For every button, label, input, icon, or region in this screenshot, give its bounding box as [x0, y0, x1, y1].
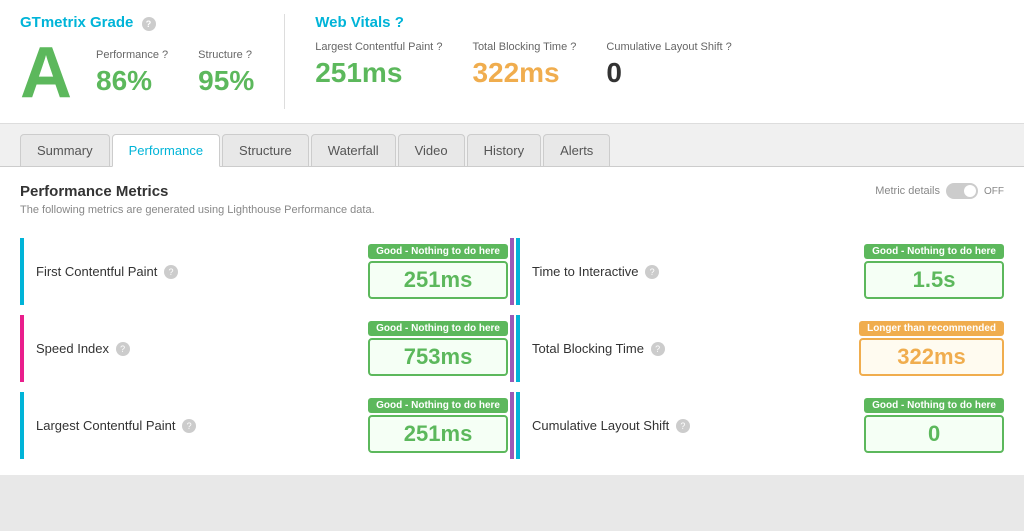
vital-lcp-value: 251ms	[315, 57, 442, 89]
fcp-value-box: 251ms	[368, 261, 508, 299]
web-vitals-title: Web Vitals ?	[315, 14, 1004, 31]
gtmetrix-info: GTmetrix Grade ? A Performance ? 86%	[20, 14, 254, 109]
metric-fcp-result: Good - Nothing to do here 251ms	[368, 244, 508, 299]
grade-letter: A	[20, 37, 72, 109]
tab-performance[interactable]: Performance	[112, 134, 220, 167]
section-subtitle: The following metrics are generated usin…	[20, 204, 1004, 216]
vital-cls-value: 0	[606, 57, 731, 89]
structure-value: 95%	[198, 65, 254, 97]
divider-2	[508, 315, 516, 382]
vital-tbt-value: 322ms	[472, 57, 576, 89]
performance-metric: Performance ? 86%	[96, 49, 168, 97]
lcp-value-box: 251ms	[368, 415, 508, 453]
si-value-box: 753ms	[368, 338, 508, 376]
metric-fcp: First Contentful Paint ? Good - Nothing …	[20, 238, 508, 305]
lcp-badge: Good - Nothing to do here	[368, 398, 508, 413]
tti-badge: Good - Nothing to do here	[864, 244, 1004, 259]
metric-tbt: Total Blocking Time ? Longer than recomm…	[516, 315, 1004, 382]
vital-cls: Cumulative Layout Shift ? 0	[606, 41, 731, 89]
metric-tti-name: Time to Interactive ?	[532, 264, 864, 280]
metrics-grid: First Contentful Paint ? Good - Nothing …	[20, 238, 1004, 459]
vital-tbt: Total Blocking Time ? 322ms	[472, 41, 576, 89]
metric-lcp-result: Good - Nothing to do here 251ms	[368, 398, 508, 453]
metric-si: Speed Index ? Good - Nothing to do here …	[20, 315, 508, 382]
tab-history[interactable]: History	[467, 134, 541, 166]
tti-help-icon[interactable]: ?	[645, 265, 659, 279]
gtmetrix-help-icon[interactable]: ?	[142, 17, 156, 31]
section-title: Performance Metrics	[20, 183, 1004, 200]
performance-label: Performance ?	[96, 49, 168, 61]
tbt-help-icon[interactable]: ?	[570, 41, 576, 53]
tti-value-box: 1.5s	[864, 261, 1004, 299]
metric-details-toggle[interactable]: Metric details OFF	[875, 183, 1004, 199]
tab-summary[interactable]: Summary	[20, 134, 110, 166]
tab-structure[interactable]: Structure	[222, 134, 309, 166]
metric-tbt-result: Longer than recommended 322ms	[859, 321, 1004, 376]
divider-3	[508, 392, 516, 459]
cls-value-box: 0	[864, 415, 1004, 453]
metric-cls-result: Good - Nothing to do here 0	[864, 398, 1004, 453]
tbt-value-box: 322ms	[859, 338, 1004, 376]
main-content: Metric details OFF Performance Metrics T…	[0, 167, 1024, 475]
tbt-value: 322ms	[873, 344, 990, 370]
vital-lcp: Largest Contentful Paint ? 251ms	[315, 41, 442, 89]
metric-fcp-name: First Contentful Paint ?	[36, 264, 368, 280]
metric-tti-result: Good - Nothing to do here 1.5s	[864, 244, 1004, 299]
structure-help-icon[interactable]: ?	[246, 49, 252, 61]
toggle-switch[interactable]	[946, 183, 978, 199]
cls-metric-help-icon[interactable]: ?	[676, 419, 690, 433]
cls-badge: Good - Nothing to do here	[864, 398, 1004, 413]
structure-label: Structure ?	[198, 49, 254, 61]
top-bar: GTmetrix Grade ? A Performance ? 86%	[0, 0, 1024, 124]
lcp-value: 251ms	[382, 421, 494, 447]
tab-waterfall[interactable]: Waterfall	[311, 134, 396, 166]
tab-video[interactable]: Video	[398, 134, 465, 166]
si-badge: Good - Nothing to do here	[368, 321, 508, 336]
perf-struct: Performance ? 86% Structure ? 95%	[96, 49, 254, 97]
vitals-metrics: Largest Contentful Paint ? 251ms Total B…	[315, 41, 1004, 89]
fcp-badge: Good - Nothing to do here	[368, 244, 508, 259]
tbt-badge: Longer than recommended	[859, 321, 1004, 336]
si-help-icon[interactable]: ?	[116, 342, 130, 356]
tabs-bar: Summary Performance Structure Waterfall …	[0, 124, 1024, 167]
metric-cls-name: Cumulative Layout Shift ?	[532, 418, 864, 434]
metric-lcp: Largest Contentful Paint ? Good - Nothin…	[20, 392, 508, 459]
vital-lcp-label: Largest Contentful Paint ?	[315, 41, 442, 53]
metric-lcp-name: Largest Contentful Paint ?	[36, 418, 368, 434]
structure-metric: Structure ? 95%	[198, 49, 254, 97]
vital-tbt-label: Total Blocking Time ?	[472, 41, 576, 53]
web-vitals-section: Web Vitals ? Largest Contentful Paint ? …	[285, 14, 1004, 109]
cls-help-icon[interactable]: ?	[726, 41, 732, 53]
metric-si-result: Good - Nothing to do here 753ms	[368, 321, 508, 376]
performance-help-icon[interactable]: ?	[162, 49, 168, 61]
tab-alerts[interactable]: Alerts	[543, 134, 610, 166]
tbt-metric-help-icon[interactable]: ?	[651, 342, 665, 356]
lcp-help-icon[interactable]: ?	[436, 41, 442, 53]
metric-cls: Cumulative Layout Shift ? Good - Nothing…	[516, 392, 1004, 459]
metric-tti: Time to Interactive ? Good - Nothing to …	[516, 238, 1004, 305]
fcp-help-icon[interactable]: ?	[164, 265, 178, 279]
fcp-value: 251ms	[382, 267, 494, 293]
performance-value: 86%	[96, 65, 168, 97]
header-row: Metric details OFF Performance Metrics T…	[20, 183, 1004, 230]
webvitals-help-icon[interactable]: ?	[395, 14, 404, 31]
cls-value: 0	[878, 421, 990, 447]
vital-cls-label: Cumulative Layout Shift ?	[606, 41, 731, 53]
si-value: 753ms	[382, 344, 494, 370]
tti-value: 1.5s	[878, 267, 990, 293]
lcp-metric-help-icon[interactable]: ?	[182, 419, 196, 433]
metric-tbt-name: Total Blocking Time ?	[532, 341, 859, 357]
divider-1	[508, 238, 516, 305]
metric-si-name: Speed Index ?	[36, 341, 368, 357]
gtmetrix-section: GTmetrix Grade ? A Performance ? 86%	[20, 14, 285, 109]
gtmetrix-title: GTmetrix Grade ?	[20, 14, 254, 31]
